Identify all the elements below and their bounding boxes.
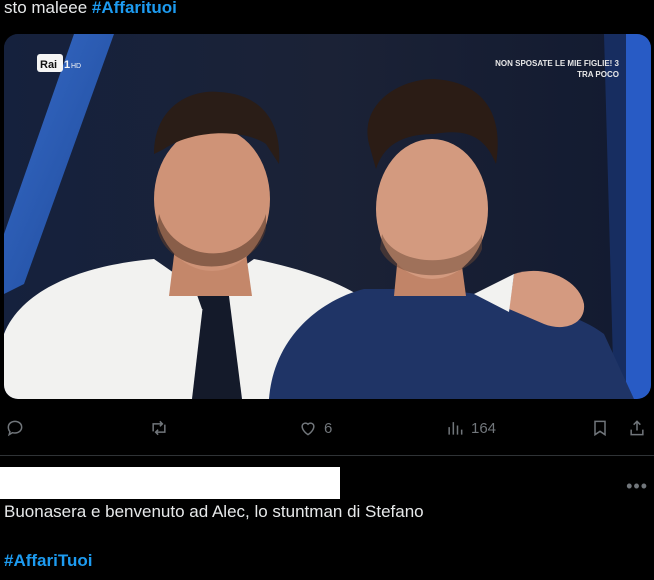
bookmark-button[interactable] — [590, 413, 610, 443]
tweet-divider — [0, 455, 654, 456]
tweet-hashtag-link[interactable]: #Affarituoi — [92, 0, 177, 17]
reply-icon — [7, 420, 23, 437]
heart-icon — [301, 422, 315, 436]
tv-overlay-line2: TRA POCO — [577, 70, 619, 79]
views-button[interactable]: 164 — [445, 413, 496, 443]
bookmark-icon — [594, 420, 606, 437]
reply-text: Buonasera e benvenuto ad Alec, lo stuntm… — [4, 502, 424, 521]
tweet-text: sto maleee #Affarituoi — [4, 0, 177, 19]
rai-logo-text: Rai — [40, 59, 57, 71]
views-icon — [448, 422, 463, 435]
like-count: 6 — [324, 419, 333, 437]
retweet-button[interactable] — [149, 413, 169, 443]
reply-button[interactable] — [5, 413, 25, 443]
share-button[interactable] — [627, 413, 647, 443]
tweet-text-prefix: sto maleee — [4, 0, 92, 17]
tweet-action-bar: 6 164 — [0, 413, 654, 443]
reply-hashtag-link[interactable]: #AffariTuoi — [4, 550, 92, 572]
rai-channel-number: 1 — [64, 59, 70, 71]
tv-still-image: Rai 1 HD NON SPOSATE LE MIE FIGLIE! 3 TR… — [4, 34, 651, 399]
tweet-media-image[interactable]: Rai 1 HD NON SPOSATE LE MIE FIGLIE! 3 TR… — [4, 34, 651, 399]
share-icon — [630, 420, 644, 436]
more-options-button[interactable]: ••• — [626, 476, 648, 497]
views-count: 164 — [471, 419, 497, 437]
like-button[interactable]: 6 — [298, 413, 332, 443]
retweet-icon — [152, 420, 166, 436]
rai-hd-label: HD — [71, 63, 81, 70]
redacted-username-block — [0, 467, 340, 499]
tv-overlay-line1: NON SPOSATE LE MIE FIGLIE! 3 — [495, 59, 619, 68]
